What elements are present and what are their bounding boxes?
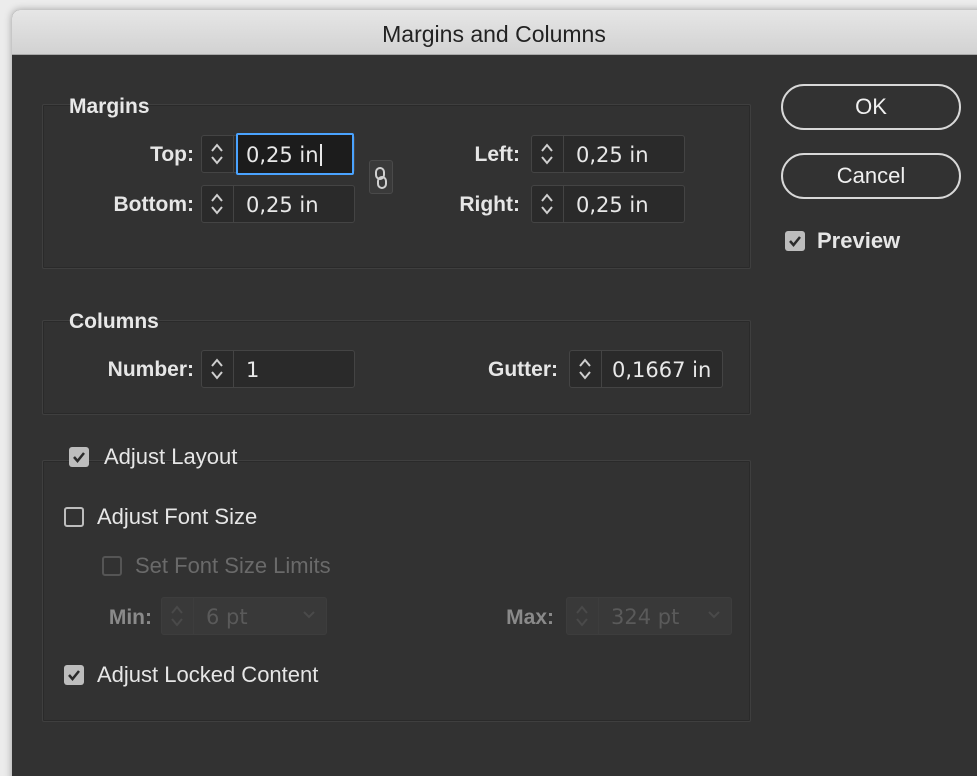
min-value[interactable]: 6 pt	[206, 605, 248, 629]
title-bar: Margins and Columns	[12, 10, 977, 55]
min-font-size-field[interactable]: 6 pt	[161, 597, 327, 635]
top-value[interactable]: 0,25 in	[246, 143, 322, 167]
gutter-label: Gutter:	[488, 358, 558, 381]
text-caret	[319, 144, 322, 166]
adjust-layout-checkbox[interactable]	[69, 447, 89, 467]
chevron-down-icon[interactable]	[707, 610, 721, 620]
cancel-button[interactable]: Cancel	[781, 153, 961, 199]
bottom-margin-field[interactable]: 0,25 in	[201, 185, 355, 223]
adjust-locked-content-checkbox[interactable]	[64, 665, 84, 685]
stepper-arrows-icon	[576, 605, 588, 627]
max-value[interactable]: 324 pt	[611, 605, 679, 629]
left-stepper[interactable]	[532, 136, 564, 172]
max-font-size-field[interactable]: 324 pt	[566, 597, 732, 635]
checkmark-icon	[68, 670, 80, 681]
bottom-label: Bottom:	[113, 193, 194, 216]
adjust-locked-content-label[interactable]: Adjust Locked Content	[97, 662, 318, 688]
make-settings-same-button[interactable]	[369, 160, 393, 194]
top-stepper[interactable]	[202, 136, 234, 172]
bottom-value[interactable]: 0,25 in	[246, 193, 319, 217]
columns-number-field[interactable]: 1	[201, 350, 355, 388]
ok-button[interactable]: OK	[781, 84, 961, 130]
left-value[interactable]: 0,25 in	[576, 143, 649, 167]
stepper-arrows-icon	[211, 193, 223, 215]
right-stepper[interactable]	[532, 186, 564, 222]
min-stepper[interactable]	[162, 598, 194, 634]
max-stepper[interactable]	[567, 598, 599, 634]
chain-link-icon	[375, 167, 387, 189]
left-margin-field[interactable]: 0,25 in	[531, 135, 685, 173]
gutter-value[interactable]: 0,1667 in	[612, 358, 711, 382]
stepper-arrows-icon	[211, 358, 223, 380]
right-margin-field[interactable]: 0,25 in	[531, 185, 685, 223]
top-label: Top:	[150, 143, 194, 166]
left-label: Left:	[474, 143, 521, 166]
gutter-field[interactable]: 0,1667 in	[569, 350, 723, 388]
stepper-arrows-icon	[171, 605, 183, 627]
chevron-down-icon[interactable]	[302, 610, 316, 620]
gutter-stepper[interactable]	[570, 351, 602, 387]
adjust-font-size-label[interactable]: Adjust Font Size	[97, 504, 257, 530]
min-label: Min:	[108, 606, 152, 629]
preview-checkbox[interactable]	[785, 231, 805, 251]
margins-group-label: Margins	[69, 95, 150, 118]
number-stepper[interactable]	[202, 351, 234, 387]
top-margin-field[interactable]: 0,25 in	[201, 133, 355, 175]
margins-columns-dialog: Margins and Columns Margins Top: 0,25 in…	[12, 10, 977, 776]
set-font-size-limits-checkbox[interactable]	[102, 556, 122, 576]
adjust-font-size-checkbox[interactable]	[64, 507, 84, 527]
right-label: Right:	[459, 193, 520, 216]
bottom-stepper[interactable]	[202, 186, 234, 222]
max-label: Max:	[506, 606, 554, 629]
stepper-arrows-icon	[579, 358, 591, 380]
checkmark-icon	[789, 236, 801, 247]
checkmark-icon	[73, 452, 85, 463]
number-label: Number:	[107, 358, 194, 381]
stepper-arrows-icon	[541, 193, 553, 215]
dialog-title: Margins and Columns	[382, 21, 606, 47]
right-value[interactable]: 0,25 in	[576, 193, 649, 217]
stepper-arrows-icon	[541, 143, 553, 165]
stepper-arrows-icon	[211, 143, 223, 165]
preview-label[interactable]: Preview	[817, 228, 900, 254]
adjust-layout-label[interactable]: Adjust Layout	[104, 444, 237, 470]
columns-group-label: Columns	[69, 310, 159, 333]
number-value[interactable]: 1	[246, 358, 259, 382]
set-font-size-limits-label[interactable]: Set Font Size Limits	[135, 553, 331, 579]
